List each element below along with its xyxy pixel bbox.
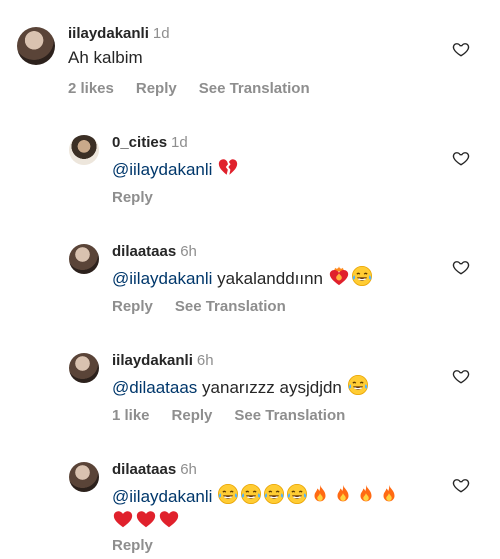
comment-actions: 2 likes Reply See Translation — [68, 80, 332, 97]
username[interactable]: iilaydakanli — [68, 25, 149, 42]
likes-count[interactable]: 1 like — [112, 407, 150, 424]
broken-heart-icon — [217, 156, 239, 178]
timestamp: 6h — [180, 461, 197, 478]
tears-of-joy-icon — [286, 483, 308, 505]
like-heart-icon[interactable] — [452, 367, 470, 385]
username[interactable]: dilaataas — [112, 243, 176, 260]
comment-body: yanarızzz aysjdjdn — [202, 378, 342, 397]
timestamp: 6h — [196, 352, 214, 369]
username[interactable]: dilaataas — [112, 461, 176, 478]
mention-link[interactable]: @iilaydakanli — [112, 160, 212, 179]
red-heart-icon — [135, 508, 157, 530]
timestamp: 1d — [152, 25, 170, 42]
avatar[interactable] — [69, 135, 99, 165]
timestamp: 1d — [171, 134, 188, 151]
username[interactable]: iilaydakanli — [112, 352, 193, 369]
likes-count[interactable]: 2 likes — [68, 80, 114, 97]
fire-icon — [309, 483, 331, 505]
comment-text: @iilaydakanli — [112, 156, 240, 181]
comment-body: yakalanddıınn — [217, 269, 324, 288]
comment-header: 0_cities 1d — [112, 134, 188, 151]
comment-text: @iilaydakanli yakalanddıınn — [112, 265, 374, 290]
reply-button[interactable]: Reply — [112, 537, 153, 554]
like-heart-icon[interactable] — [452, 258, 470, 276]
reply-button[interactable]: Reply — [112, 298, 153, 315]
fire-icon — [332, 483, 354, 505]
avatar[interactable] — [69, 244, 99, 274]
comment-actions: Reply — [112, 537, 175, 554]
comment-header: dilaataas 6h — [112, 461, 197, 478]
comment-header: dilaataas 6h — [112, 243, 197, 260]
red-heart-icon — [158, 508, 180, 530]
see-translation-button[interactable]: See Translation — [175, 298, 286, 315]
comment-text: Ah kalbim — [68, 48, 143, 67]
comment-actions: 1 like Reply See Translation — [112, 407, 367, 424]
comment-header: iilaydakanli 1d — [68, 25, 170, 42]
tears-of-joy-icon — [347, 374, 369, 396]
fire-icon — [355, 483, 377, 505]
avatar[interactable] — [69, 462, 99, 492]
comment-text: @dilaataas yanarızzz aysjdjdn — [112, 374, 370, 399]
tears-of-joy-icon — [351, 265, 373, 287]
reply-button[interactable]: Reply — [136, 80, 177, 97]
fire-icon — [378, 483, 400, 505]
see-translation-button[interactable]: See Translation — [199, 80, 310, 97]
comment-text: @iilaydakanli — [112, 483, 442, 533]
reply-button[interactable]: Reply — [112, 189, 153, 206]
tears-of-joy-icon — [263, 483, 285, 505]
tears-of-joy-icon — [240, 483, 262, 505]
avatar[interactable] — [69, 353, 99, 383]
username[interactable]: 0_cities — [112, 134, 167, 151]
comment-actions: Reply See Translation — [112, 298, 308, 315]
heart-on-fire-icon — [328, 265, 350, 287]
avatar[interactable] — [17, 27, 55, 65]
like-heart-icon[interactable] — [452, 476, 470, 494]
mention-link[interactable]: @iilaydakanli — [112, 269, 212, 288]
like-heart-icon[interactable] — [452, 149, 470, 167]
reply-button[interactable]: Reply — [172, 407, 213, 424]
red-heart-icon — [112, 508, 134, 530]
see-translation-button[interactable]: See Translation — [234, 407, 345, 424]
mention-link[interactable]: @iilaydakanli — [112, 487, 212, 506]
timestamp: 6h — [180, 243, 197, 260]
tears-of-joy-icon — [217, 483, 239, 505]
comment-actions: Reply — [112, 189, 175, 206]
comment-header: iilaydakanli 6h — [112, 352, 214, 369]
like-heart-icon[interactable] — [452, 40, 470, 58]
mention-link[interactable]: @dilaataas — [112, 378, 197, 397]
